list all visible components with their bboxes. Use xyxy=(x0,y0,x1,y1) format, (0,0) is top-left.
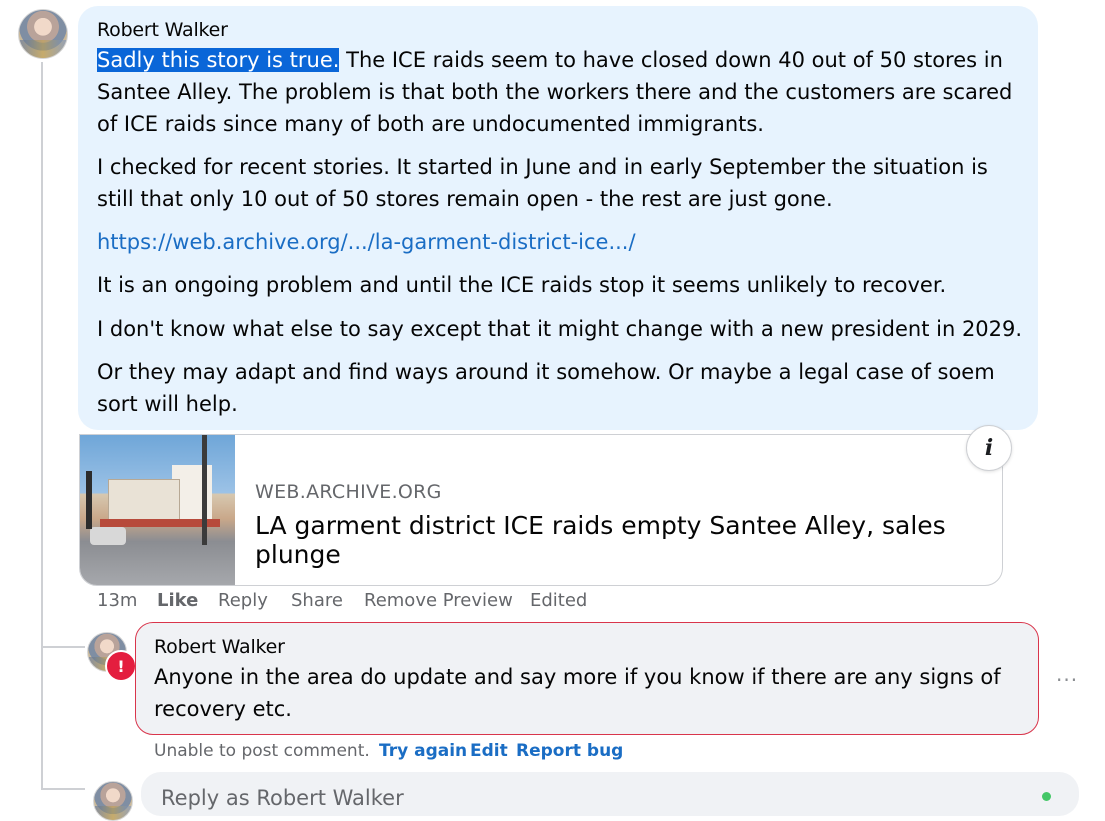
selected-text: Sadly this story is true. xyxy=(97,48,340,72)
link-preview-card[interactable]: WEB.ARCHIVE.ORG LA garment district ICE … xyxy=(79,434,1003,586)
reply-composer[interactable]: Reply as Robert Walker xyxy=(141,772,1079,816)
author-avatar[interactable] xyxy=(18,9,68,59)
comment-paragraph-4: I don't know what else to say except tha… xyxy=(97,317,1023,341)
preview-title: LA garment district ICE raids empty Sant… xyxy=(255,511,946,569)
thread-line-vertical xyxy=(41,62,43,790)
try-again-button[interactable]: Try again xyxy=(379,741,467,761)
error-badge-icon: ! xyxy=(105,650,137,682)
like-button[interactable]: Like xyxy=(157,590,198,611)
comment-link-row: https://web.archive.org/.../la-garment-d… xyxy=(97,226,1027,258)
reply-bubble: Robert Walker Anyone in the area do upda… xyxy=(135,622,1039,735)
reply-button[interactable]: Reply xyxy=(218,590,268,611)
report-bug-button[interactable]: Report bug xyxy=(516,741,623,761)
thread-line-branch-bottom xyxy=(41,788,85,790)
reply-text: Anyone in the area do update and say mor… xyxy=(154,665,1001,721)
more-options-icon[interactable]: ··· xyxy=(1056,668,1078,692)
preview-domain: WEB.ARCHIVE.ORG xyxy=(255,481,442,503)
comment-paragraph-5: Or they may adapt and find ways around i… xyxy=(97,360,995,416)
info-icon: i xyxy=(984,435,994,461)
timestamp[interactable]: 13m xyxy=(97,590,137,611)
archive-link[interactable]: https://web.archive.org/.../la-garment-d… xyxy=(97,230,636,254)
comment-paragraph-3: It is an ongoing problem and until the I… xyxy=(97,273,947,297)
error-message: Unable to post comment. xyxy=(154,741,370,761)
remove-preview-button[interactable]: Remove Preview xyxy=(364,590,513,611)
street-photo-icon xyxy=(80,435,235,585)
edit-button[interactable]: Edit xyxy=(470,741,508,761)
comment-author[interactable]: Robert Walker xyxy=(97,19,228,41)
composer-avatar[interactable] xyxy=(93,781,133,821)
comment-paragraph-2: I checked for recent stories. It started… xyxy=(97,155,988,211)
reply-author[interactable]: Robert Walker xyxy=(154,636,285,658)
thread-line-branch xyxy=(41,646,85,648)
edited-label[interactable]: Edited xyxy=(530,590,587,611)
comment-paragraph-1: Sadly this story is true. The ICE raids … xyxy=(97,44,1027,140)
composer-placeholder: Reply as Robert Walker xyxy=(161,786,404,810)
info-button[interactable]: i xyxy=(966,425,1012,471)
share-button[interactable]: Share xyxy=(291,590,343,611)
